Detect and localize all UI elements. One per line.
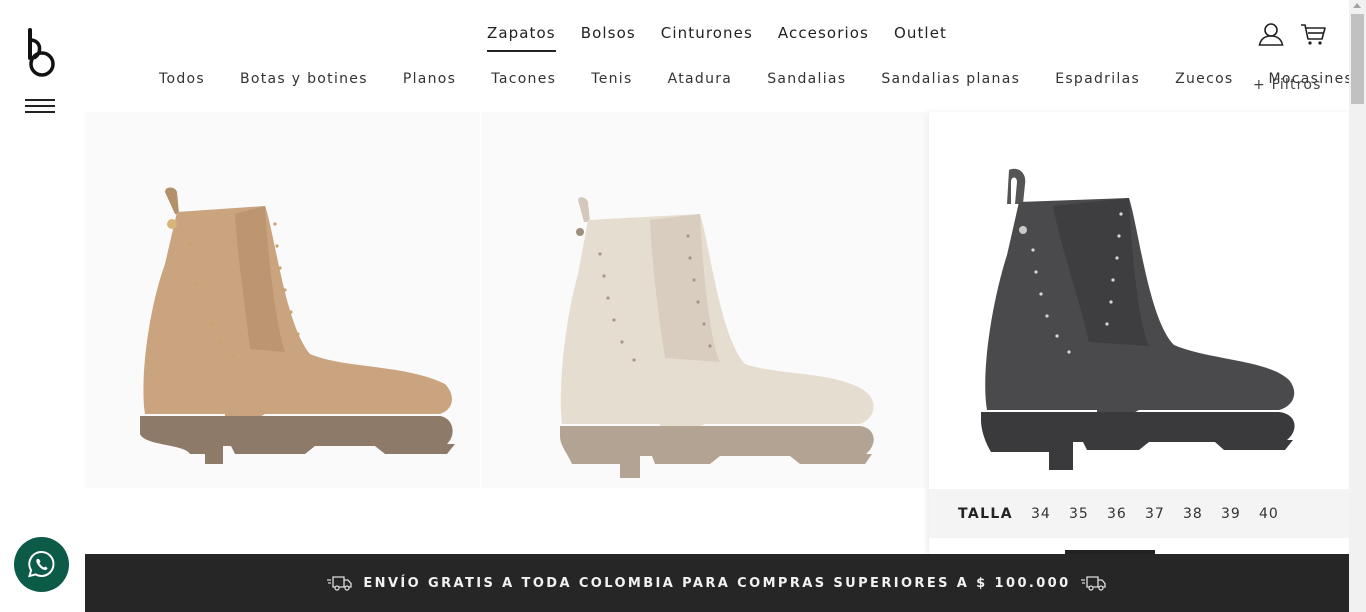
size-option-36[interactable]: 36 (1107, 506, 1145, 522)
nav-cinturones[interactable]: Cinturones (661, 24, 753, 52)
subnav-botas-y-botines[interactable]: Botas y botines (240, 70, 368, 88)
nav-accesorios[interactable]: Accesorios (778, 24, 869, 52)
delivery-truck-icon (327, 576, 353, 591)
subnav-todos[interactable]: Todos (159, 70, 205, 88)
product-card-camel-boot[interactable] (85, 112, 480, 488)
scrollbar-thumb[interactable] (1351, 14, 1364, 104)
product-card-beige-boot[interactable] (482, 112, 926, 488)
user-icon[interactable] (1258, 22, 1284, 46)
main-nav: Zapatos Bolsos Cinturones Accesorios Out… (0, 24, 1366, 54)
boot-image (560, 197, 874, 478)
cart-icon[interactable] (1300, 22, 1326, 46)
size-option-40[interactable]: 40 (1259, 506, 1297, 522)
subnav-espadrilas[interactable]: Espadrilas (1055, 70, 1140, 88)
size-option-35[interactable]: 35 (1069, 506, 1107, 522)
delivery-truck-icon (1080, 576, 1106, 591)
boot-image (140, 187, 455, 464)
size-label: TALLA (958, 505, 1013, 522)
subnav-planos[interactable]: Planos (403, 70, 456, 88)
subnav-tenis[interactable]: Tenis (591, 70, 632, 88)
page-scrollbar[interactable] (1349, 0, 1366, 612)
subnav-sandalias-planas[interactable]: Sandalias planas (881, 70, 1020, 88)
subnav-sandalias[interactable]: Sandalias (767, 70, 846, 88)
nav-bolsos[interactable]: Bolsos (581, 24, 636, 52)
subnav-tacones[interactable]: Tacones (491, 70, 556, 88)
nav-zapatos[interactable]: Zapatos (486, 24, 556, 52)
promo-text: ENVÍO GRATIS A TODA COLOMBIA PARA COMPRA… (363, 575, 1071, 591)
scroll-up-arrow-icon[interactable] (1353, 3, 1361, 8)
free-shipping-banner: ENVÍO GRATIS A TODA COLOMBIA PARA COMPRA… (85, 554, 1349, 612)
filters-button[interactable]: + Filtros (1253, 76, 1322, 94)
boot-image (981, 168, 1295, 470)
category-subnav: Todos Botas y botines Planos Tacones Ten… (159, 70, 1353, 88)
size-option-37[interactable]: 37 (1145, 506, 1183, 522)
subnav-zuecos[interactable]: Zuecos (1175, 70, 1233, 88)
size-option-38[interactable]: 38 (1183, 506, 1221, 522)
nav-outlet[interactable]: Outlet (894, 24, 947, 52)
size-option-34[interactable]: 34 (1031, 506, 1069, 522)
header-icons (1258, 22, 1326, 46)
whatsapp-chat-button[interactable] (14, 537, 69, 592)
size-option-39[interactable]: 39 (1221, 506, 1259, 522)
size-selector: TALLA 34 35 36 37 38 39 40 (929, 489, 1349, 538)
subnav-atadura[interactable]: Atadura (668, 70, 733, 88)
menu-hamburger-icon[interactable] (25, 98, 55, 114)
whatsapp-icon (28, 550, 55, 578)
product-card-black-boot[interactable] (929, 112, 1349, 554)
